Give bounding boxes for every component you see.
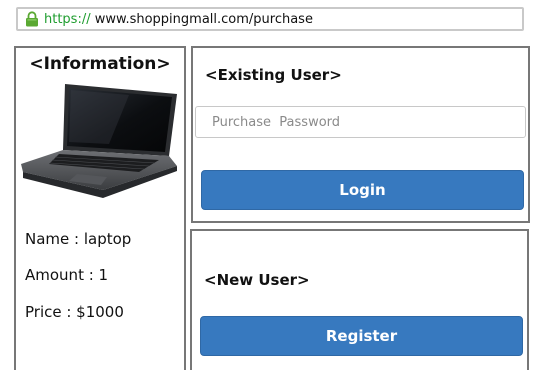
product-price: Price : $1000 xyxy=(25,303,124,321)
register-button[interactable]: Register xyxy=(200,316,523,356)
information-panel: <Information> Name : laptop Amount: 1 P… xyxy=(14,46,186,370)
new-user-title: <New User> xyxy=(204,271,310,289)
product-name: Name : laptop xyxy=(25,230,132,248)
login-button[interactable]: Login xyxy=(201,170,524,210)
existing-user-title: <Existing User> xyxy=(205,66,342,84)
product-amount: Amount : 1 xyxy=(25,266,109,284)
purchase-password-input[interactable] xyxy=(195,106,526,138)
address-url: https:// www.shoppingmall.com/purchase xyxy=(44,12,313,27)
laptop-image xyxy=(21,84,177,198)
address-bar[interactable]: https:// www.shoppingmall.com/purchase xyxy=(16,7,524,31)
new-user-panel: <New User> Register xyxy=(190,229,529,370)
information-title: <Information> xyxy=(29,54,171,74)
url-scheme: https:// xyxy=(44,11,91,27)
existing-user-panel: <Existing User> Login xyxy=(191,46,530,223)
lock-icon xyxy=(26,11,38,27)
url-path: www.shoppingmall.com/purchase xyxy=(90,11,313,27)
